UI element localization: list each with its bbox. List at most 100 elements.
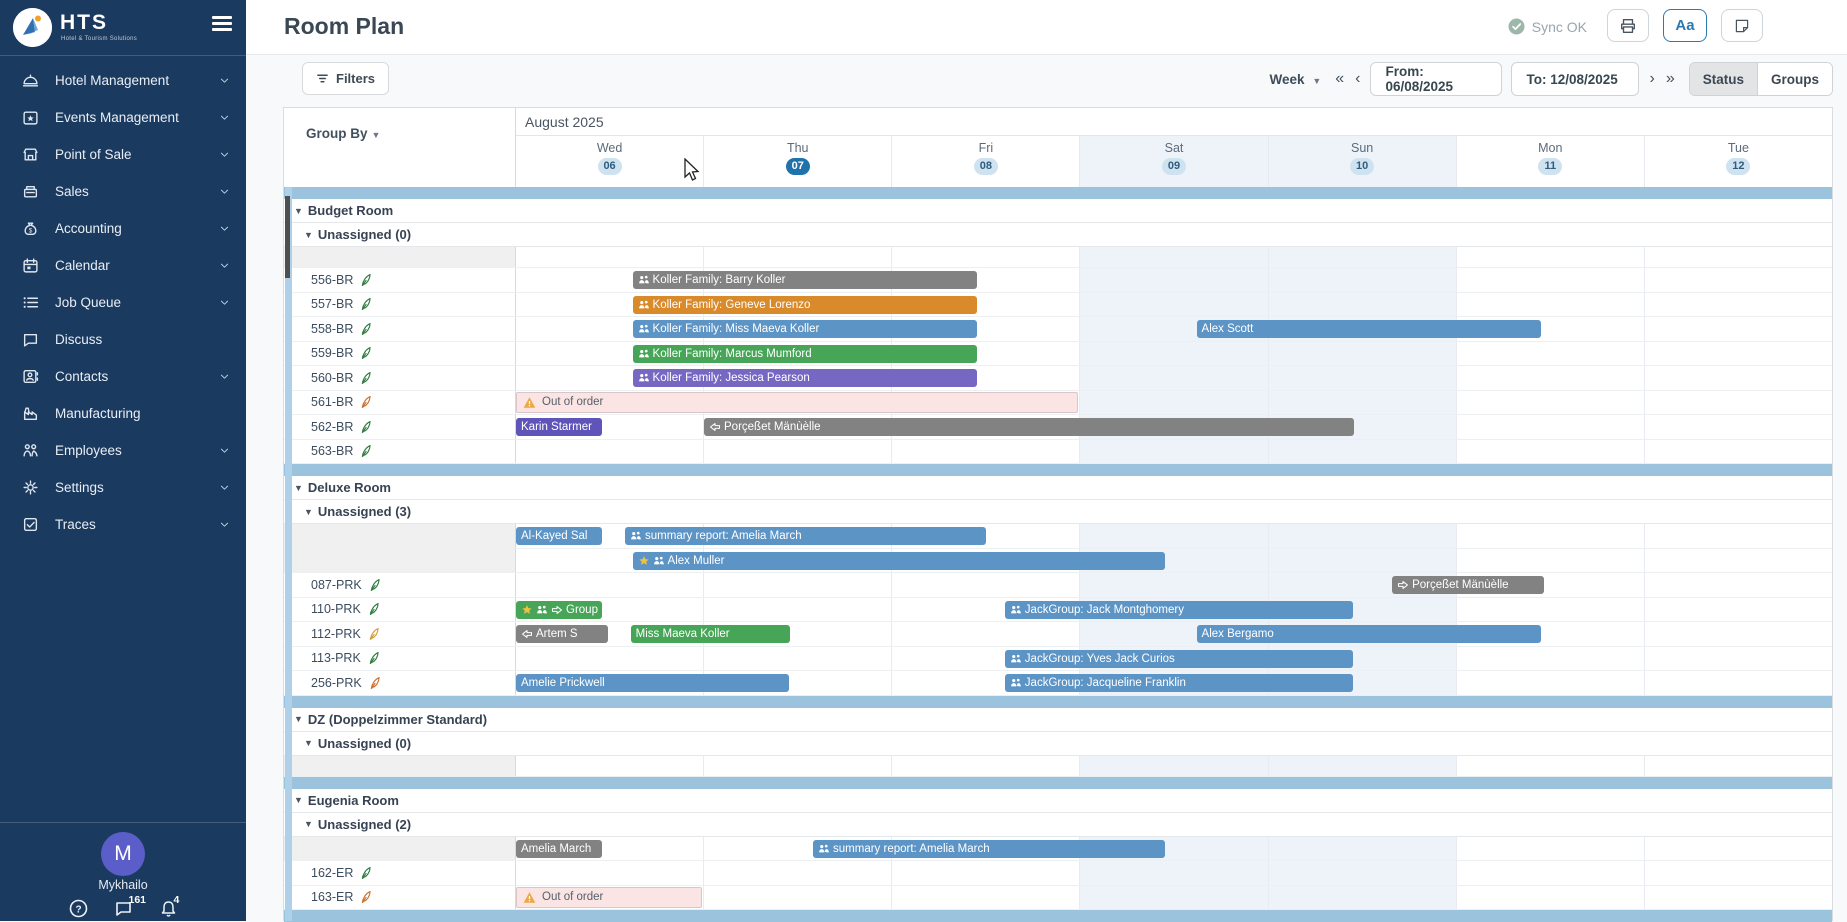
avatar[interactable]: M	[101, 832, 145, 876]
day-cell[interactable]	[1644, 837, 1832, 861]
day-cell[interactable]	[516, 861, 703, 885]
day-cell[interactable]	[516, 647, 703, 671]
booking-bar[interactable]: summary report: Amelia March	[625, 527, 986, 545]
day-cell[interactable]	[1456, 549, 1644, 573]
day-cell[interactable]	[891, 861, 1079, 885]
group-by-dropdown[interactable]: Group By▼	[306, 126, 380, 141]
section-header-dz-doppelzimmer-standard[interactable]: ▼ DZ (Doppelzimmer Standard)	[284, 708, 1832, 732]
day-cell[interactable]	[1644, 647, 1832, 671]
day-cell[interactable]	[1456, 647, 1644, 671]
day-cell[interactable]	[1268, 342, 1456, 366]
day-cell[interactable]	[1456, 524, 1644, 548]
messages-icon[interactable]: 161	[114, 899, 133, 918]
day-cell[interactable]	[1456, 391, 1644, 415]
notes-button[interactable]	[1721, 9, 1763, 42]
hamburger-menu-icon[interactable]	[212, 16, 232, 32]
booking-bar[interactable]: Karin Starmer	[516, 418, 602, 436]
day-cell[interactable]	[1456, 293, 1644, 317]
booking-bar[interactable]: Amelia March	[516, 840, 602, 858]
sidebar-item-contacts[interactable]: Contacts	[0, 358, 246, 395]
day-header-sun[interactable]: Sun 10	[1268, 136, 1456, 187]
sidebar-item-settings[interactable]: Settings	[0, 469, 246, 506]
text-size-button[interactable]: Aa	[1663, 9, 1707, 42]
nav-next-button[interactable]: ›	[1648, 70, 1655, 88]
day-cell[interactable]	[1079, 247, 1267, 267]
day-cell[interactable]	[1268, 756, 1456, 776]
day-cell[interactable]	[703, 647, 891, 671]
day-cell[interactable]	[703, 756, 891, 776]
booking-bar[interactable]: Porçeßet Mänùèlle	[704, 418, 1354, 436]
unassigned-header[interactable]: ▼ Unassigned (3)	[284, 500, 1832, 524]
day-cell[interactable]	[1644, 247, 1832, 267]
day-header-thu[interactable]: Thu 07	[703, 136, 891, 187]
room-label-cell[interactable]: 561-BR	[284, 391, 516, 415]
section-header-deluxe-room[interactable]: ▼ Deluxe Room	[284, 476, 1832, 500]
day-cell[interactable]	[1079, 573, 1267, 597]
room-label-cell[interactable]: 557-BR	[284, 293, 516, 317]
booking-bar[interactable]: Koller Family: Geneve Lorenzo	[633, 296, 977, 314]
booking-bar[interactable]: Porçeßet Mänùèlle	[1392, 576, 1544, 594]
help-icon[interactable]: ?	[69, 899, 88, 918]
day-cell[interactable]	[891, 573, 1079, 597]
day-cell[interactable]	[1644, 415, 1832, 439]
day-cell[interactable]	[1268, 837, 1456, 861]
vertical-scrollbar-track[interactable]	[285, 187, 292, 921]
unassigned-header[interactable]: ▼ Unassigned (2)	[284, 813, 1832, 837]
day-cell[interactable]	[1456, 268, 1644, 292]
day-cell[interactable]	[1079, 342, 1267, 366]
sidebar-item-hotel-management[interactable]: Hotel Management	[0, 62, 246, 99]
day-cell[interactable]	[1644, 756, 1832, 776]
day-cell[interactable]	[1268, 247, 1456, 267]
room-label-cell[interactable]: 112-PRK	[284, 622, 516, 646]
day-cell[interactable]	[1268, 268, 1456, 292]
section-header-budget-room[interactable]: ▼ Budget Room	[284, 199, 1832, 223]
day-cell[interactable]	[1456, 671, 1644, 695]
day-cell[interactable]	[1268, 440, 1456, 464]
nav-last-button[interactable]: »	[1665, 70, 1676, 88]
day-cell[interactable]	[891, 886, 1079, 910]
unassigned-header[interactable]: ▼ Unassigned (0)	[284, 223, 1832, 247]
day-cell[interactable]	[1079, 861, 1267, 885]
booking-bar[interactable]: Artem S	[516, 625, 608, 643]
day-cell[interactable]	[703, 861, 891, 885]
status-toggle[interactable]: Status	[1690, 63, 1758, 95]
day-cell[interactable]	[703, 573, 891, 597]
nav-first-button[interactable]: «	[1334, 70, 1345, 88]
day-cell[interactable]	[1456, 366, 1644, 390]
booking-bar[interactable]: Group	[516, 601, 602, 619]
day-cell[interactable]	[1644, 622, 1832, 646]
day-cell[interactable]	[1644, 886, 1832, 910]
day-header-fri[interactable]: Fri 08	[891, 136, 1079, 187]
sidebar-item-employees[interactable]: Employees	[0, 432, 246, 469]
room-label-cell[interactable]: 559-BR	[284, 342, 516, 366]
day-cell[interactable]	[1644, 598, 1832, 622]
day-cell[interactable]	[1456, 861, 1644, 885]
sidebar-item-traces[interactable]: Traces	[0, 506, 246, 543]
booking-bar[interactable]: Alex Muller	[633, 552, 1165, 570]
room-label-cell[interactable]: 162-ER	[284, 861, 516, 885]
section-header-eugenia-room[interactable]: ▼ Eugenia Room	[284, 789, 1832, 813]
day-cell[interactable]	[891, 440, 1079, 464]
day-cell[interactable]	[1079, 524, 1267, 548]
day-cell[interactable]	[1644, 391, 1832, 415]
day-cell[interactable]	[1456, 342, 1644, 366]
day-cell[interactable]	[1644, 366, 1832, 390]
room-label-cell[interactable]: 087-PRK	[284, 573, 516, 597]
day-cell[interactable]	[1079, 293, 1267, 317]
booking-bar[interactable]: Koller Family: Barry Koller	[633, 271, 977, 289]
room-label-cell[interactable]: 563-BR	[284, 440, 516, 464]
day-cell[interactable]	[516, 573, 703, 597]
day-cell[interactable]	[1644, 861, 1832, 885]
day-cell[interactable]	[1644, 524, 1832, 548]
nav-prev-button[interactable]: ‹	[1354, 70, 1361, 88]
day-cell[interactable]	[1268, 549, 1456, 573]
room-label-cell[interactable]: 163-ER	[284, 886, 516, 910]
booking-bar[interactable]: Koller Family: Jessica Pearson	[633, 369, 977, 387]
room-label-cell[interactable]: 560-BR	[284, 366, 516, 390]
day-cell[interactable]	[1456, 886, 1644, 910]
room-label-cell[interactable]: 556-BR	[284, 268, 516, 292]
sidebar-item-calendar[interactable]: Calendar	[0, 247, 246, 284]
day-cell[interactable]	[1644, 573, 1832, 597]
room-label-cell[interactable]: 562-BR	[284, 415, 516, 439]
sidebar-item-discuss[interactable]: Discuss	[0, 321, 246, 358]
